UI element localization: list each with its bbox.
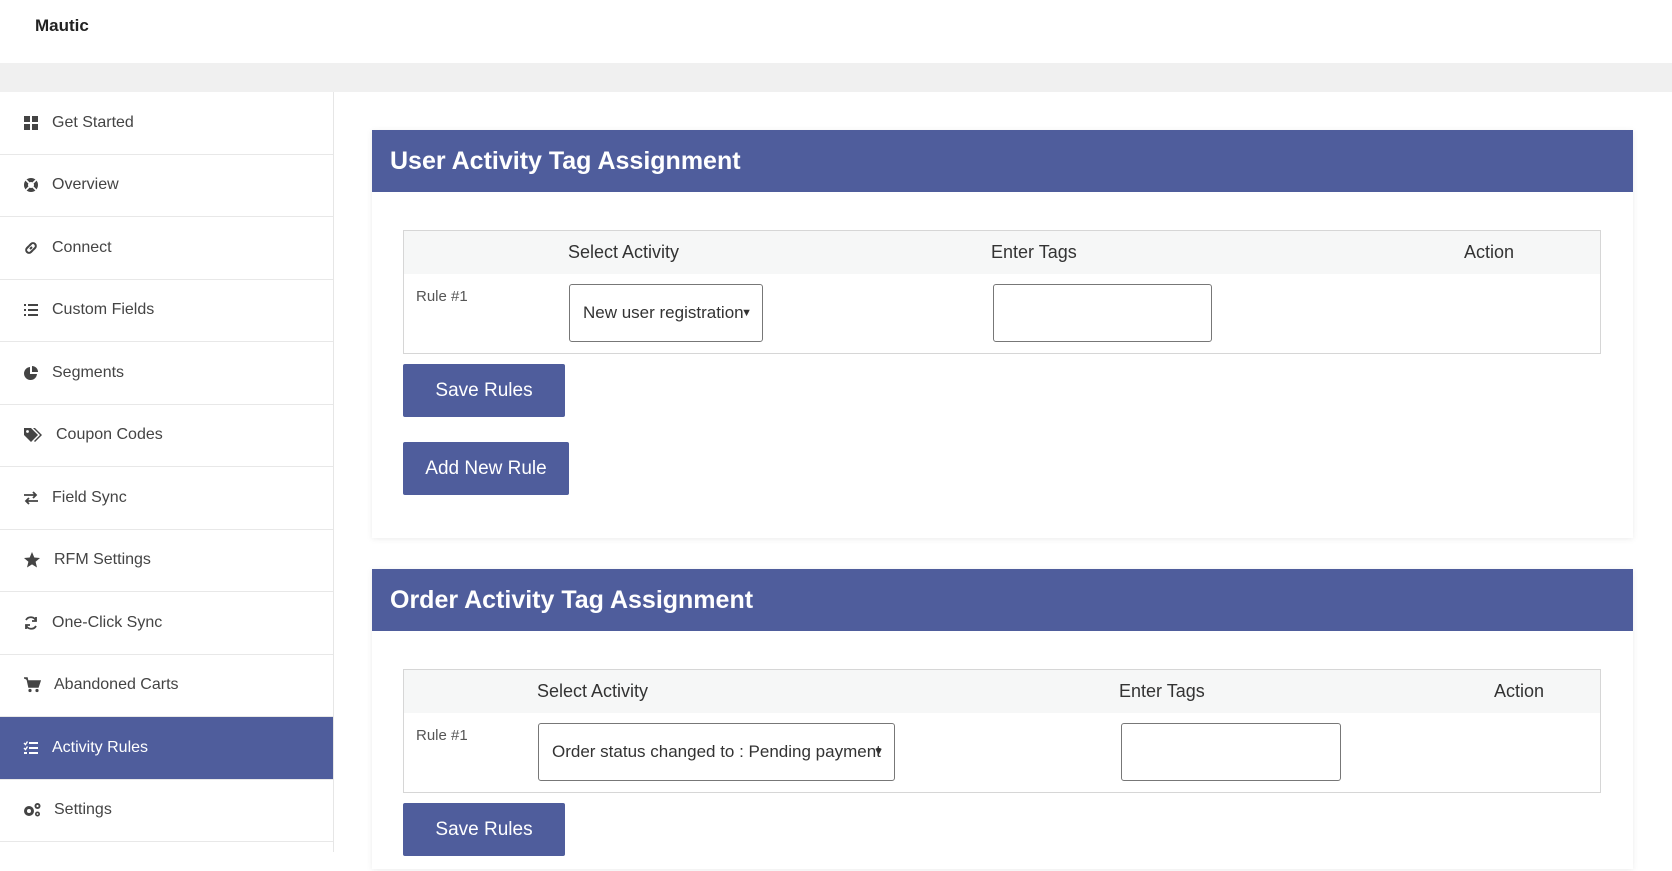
col-action: Action <box>1464 242 1515 262</box>
user-rules-table: Select Activity Enter Tags Action Rule #… <box>403 230 1601 354</box>
sidebar-item-label: Coupon Codes <box>56 426 163 444</box>
sidebar-item-custom-fields[interactable]: Custom Fields <box>0 280 333 342</box>
sidebar-item-settings[interactable]: Settings <box>0 780 333 842</box>
exchange-icon <box>22 489 40 507</box>
sidebar-item-abandoned-carts[interactable]: Abandoned Carts <box>0 655 333 717</box>
sidebar-item-label: Get Started <box>52 113 134 131</box>
table-row: Rule #1 New user registration ▼ <box>404 274 1600 353</box>
sidebar-item-rfm-settings[interactable]: RFM Settings <box>0 530 333 592</box>
sidebar-item-field-sync[interactable]: Field Sync <box>0 467 333 530</box>
col-enter-tags: Enter Tags <box>1119 681 1205 701</box>
activity-select[interactable]: New user registration ▼ <box>569 284 763 342</box>
card-title: Order Activity Tag Assignment <box>372 569 1633 631</box>
col-enter-tags: Enter Tags <box>991 242 1077 262</box>
table-header: Select Activity Enter Tags Action <box>404 670 1600 713</box>
main-content: User Activity Tag Assignment Select Acti… <box>334 92 1672 869</box>
order-rules-table: Select Activity Enter Tags Action Rule #… <box>403 669 1601 793</box>
header-band <box>0 63 1672 92</box>
sidebar-item-label: Abandoned Carts <box>54 676 179 694</box>
app-brand[interactable]: Mautic <box>35 16 89 36</box>
sidebar-item-label: Connect <box>52 238 112 256</box>
sidebar-item-label: Custom Fields <box>52 301 155 319</box>
tags-input[interactable] <box>1121 723 1341 781</box>
lifebuoy-icon <box>22 176 40 194</box>
sidebar-item-activity-rules[interactable]: Activity Rules <box>0 717 333 780</box>
tags-icon <box>22 426 44 444</box>
list-icon <box>22 301 40 319</box>
tasks-icon <box>22 739 40 757</box>
user-activity-card: User Activity Tag Assignment Select Acti… <box>372 130 1633 538</box>
sidebar-item-connect[interactable]: Connect <box>0 217 333 280</box>
rule-label: Rule #1 <box>416 288 468 305</box>
sidebar: Get Started Overview Connect Custom Fiel… <box>0 92 334 852</box>
sidebar-item-label: Segments <box>52 363 125 381</box>
pie-chart-icon <box>22 364 40 382</box>
link-icon <box>22 239 40 257</box>
save-rules-button[interactable]: Save Rules <box>403 803 565 856</box>
sidebar-item-label: Activity Rules <box>52 738 149 756</box>
sidebar-item-label: RFM Settings <box>54 551 151 569</box>
activity-select[interactable]: Order status changed to : Pending paymen… <box>538 723 895 781</box>
sidebar-item-coupon-codes[interactable]: Coupon Codes <box>0 405 333 467</box>
col-select-activity: Select Activity <box>568 242 680 262</box>
col-action: Action <box>1494 681 1545 701</box>
add-new-rule-button[interactable]: Add New Rule <box>403 442 569 495</box>
chevron-down-icon: ▼ <box>741 307 752 319</box>
rule-label: Rule #1 <box>416 727 468 744</box>
col-select-activity: Select Activity <box>537 681 649 701</box>
sidebar-item-label: Field Sync <box>52 488 127 506</box>
gears-icon <box>22 801 42 819</box>
card-title: User Activity Tag Assignment <box>372 130 1633 192</box>
activity-select-value: Order status changed to : Pending paymen… <box>552 742 881 761</box>
order-activity-card: Order Activity Tag Assignment Select Act… <box>372 569 1633 869</box>
top-bar: Mautic <box>0 0 1672 63</box>
sidebar-item-overview[interactable]: Overview <box>0 155 333 217</box>
sidebar-item-label: Settings <box>54 801 112 819</box>
sidebar-item-one-click-sync[interactable]: One-Click Sync <box>0 592 333 655</box>
sidebar-item-get-started[interactable]: Get Started <box>0 92 333 155</box>
sidebar-item-label: Overview <box>52 176 119 194</box>
cart-icon <box>22 676 42 694</box>
save-rules-button[interactable]: Save Rules <box>403 364 565 417</box>
chevron-down-icon: ▼ <box>873 746 884 758</box>
refresh-icon <box>22 614 40 632</box>
table-header: Select Activity Enter Tags Action <box>404 231 1600 274</box>
sidebar-item-label: One-Click Sync <box>52 613 163 631</box>
tags-input[interactable] <box>993 284 1212 342</box>
activity-select-value: New user registration <box>583 303 744 322</box>
dashboard-icon <box>22 114 40 132</box>
sidebar-item-segments[interactable]: Segments <box>0 342 333 405</box>
star-icon <box>22 551 42 569</box>
table-row: Rule #1 Order status changed to : Pendin… <box>404 713 1600 792</box>
